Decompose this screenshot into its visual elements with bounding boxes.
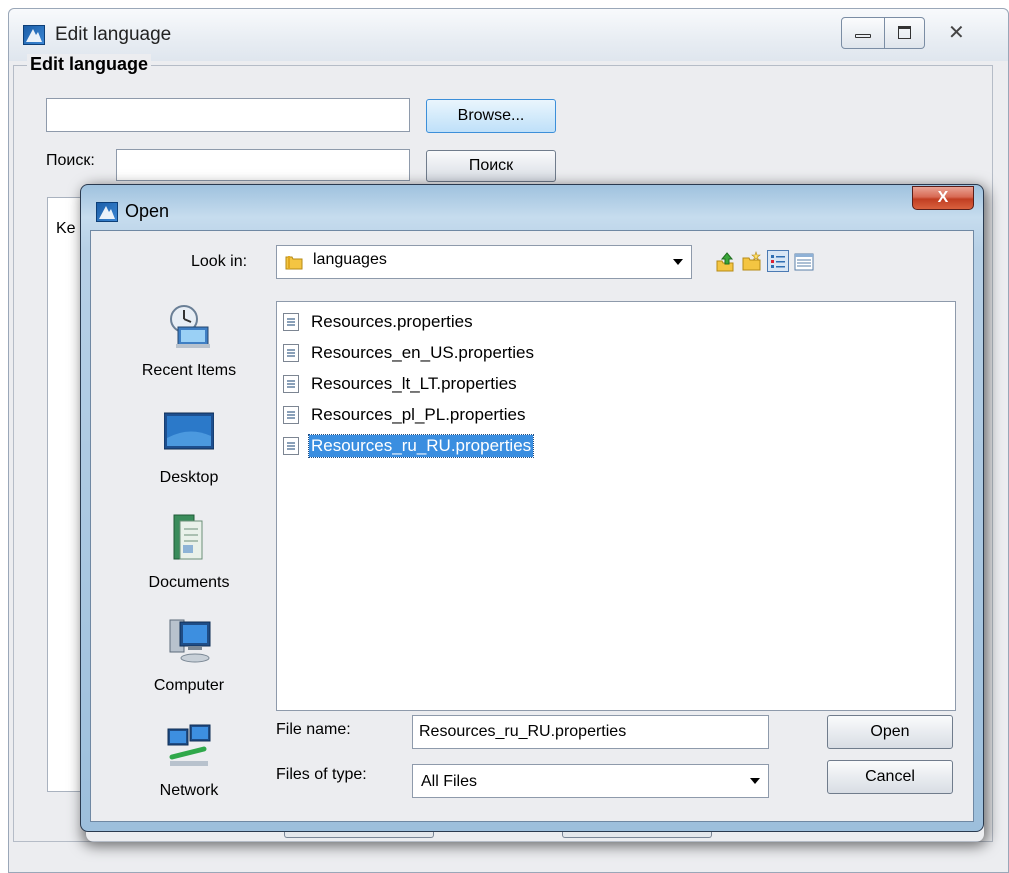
- close-button[interactable]: ✕: [930, 17, 982, 49]
- place-label: Computer: [153, 677, 225, 694]
- file-name: Resources.properties: [311, 312, 473, 331]
- computer-icon: [169, 619, 211, 663]
- look-in-combo[interactable]: languages: [276, 245, 692, 279]
- minimize-button[interactable]: [841, 17, 885, 49]
- chevron-down-icon: [750, 778, 760, 784]
- desktop-icon: [163, 412, 215, 450]
- properties-file-icon: [283, 313, 299, 331]
- properties-file-icon: [283, 344, 299, 362]
- list-view-icon[interactable]: [767, 250, 789, 272]
- up-folder-icon[interactable]: [714, 251, 736, 273]
- places-bar: Recent Items Desktop Documents Computer …: [109, 301, 269, 806]
- place-recent-items[interactable]: Recent Items: [109, 301, 269, 380]
- file-name-input[interactable]: [412, 715, 769, 749]
- place-label: Recent Items: [141, 362, 237, 379]
- properties-file-icon: [283, 406, 299, 424]
- file-name-label: File name:: [276, 721, 351, 738]
- dialog-close-button[interactable]: X: [912, 186, 974, 210]
- path-input[interactable]: [46, 98, 410, 132]
- app-icon: [23, 25, 45, 45]
- files-of-type-combo[interactable]: All Files: [412, 764, 769, 798]
- browse-button[interactable]: Browse...: [426, 99, 556, 133]
- maximize-button[interactable]: [885, 17, 925, 49]
- group-title: Edit language: [27, 54, 152, 75]
- cancel-button[interactable]: Cancel: [827, 760, 953, 794]
- place-label: Documents: [148, 574, 230, 591]
- place-label: Desktop: [159, 469, 219, 486]
- place-desktop[interactable]: Desktop: [109, 408, 269, 487]
- look-in-label: Look in:: [191, 253, 248, 270]
- files-of-type-value: All Files: [421, 773, 478, 790]
- search-button[interactable]: Поиск: [426, 150, 556, 182]
- properties-file-icon: [283, 375, 299, 393]
- open-button[interactable]: Open: [827, 715, 953, 749]
- place-label: Network: [159, 782, 219, 799]
- network-icon: [167, 724, 211, 766]
- documents-icon: [173, 514, 203, 560]
- files-of-type-label: Files of type:: [276, 766, 367, 783]
- file-name: Resources_en_US.properties: [311, 343, 535, 362]
- details-view-icon[interactable]: [793, 251, 815, 273]
- close-icon: ✕: [948, 22, 965, 44]
- dialog-title: Open: [125, 201, 170, 221]
- close-icon: X: [937, 189, 949, 206]
- place-computer[interactable]: Computer: [109, 616, 269, 695]
- properties-file-icon: [283, 437, 299, 455]
- window-title: Edit language: [55, 24, 172, 45]
- look-in-value: languages: [313, 251, 387, 268]
- file-list[interactable]: Resources.properties Resources_en_US.pro…: [276, 301, 956, 711]
- place-network[interactable]: Network: [109, 721, 269, 800]
- search-input[interactable]: [116, 149, 410, 181]
- file-name: Resources_pl_PL.properties: [311, 405, 526, 424]
- new-folder-icon[interactable]: [741, 251, 763, 273]
- edit-language-titlebar[interactable]: Edit language ✕: [9, 9, 1008, 61]
- table-header-key: Ke: [56, 220, 76, 237]
- file-name: Resources_lt_LT.properties: [311, 374, 517, 393]
- dialog-app-icon: [96, 202, 118, 222]
- folder-icon: [285, 256, 303, 270]
- search-label: Поиск:: [46, 152, 95, 169]
- dialog-body: Look in: languages Recent Items Desktop …: [90, 230, 974, 822]
- place-documents[interactable]: Documents: [109, 513, 269, 592]
- chevron-down-icon: [673, 259, 683, 265]
- file-name: Resources_ru_RU.properties: [307, 434, 535, 458]
- open-dialog: Open X Look in: languages Recent Items D…: [80, 184, 984, 832]
- recent-items-icon: [170, 305, 210, 348]
